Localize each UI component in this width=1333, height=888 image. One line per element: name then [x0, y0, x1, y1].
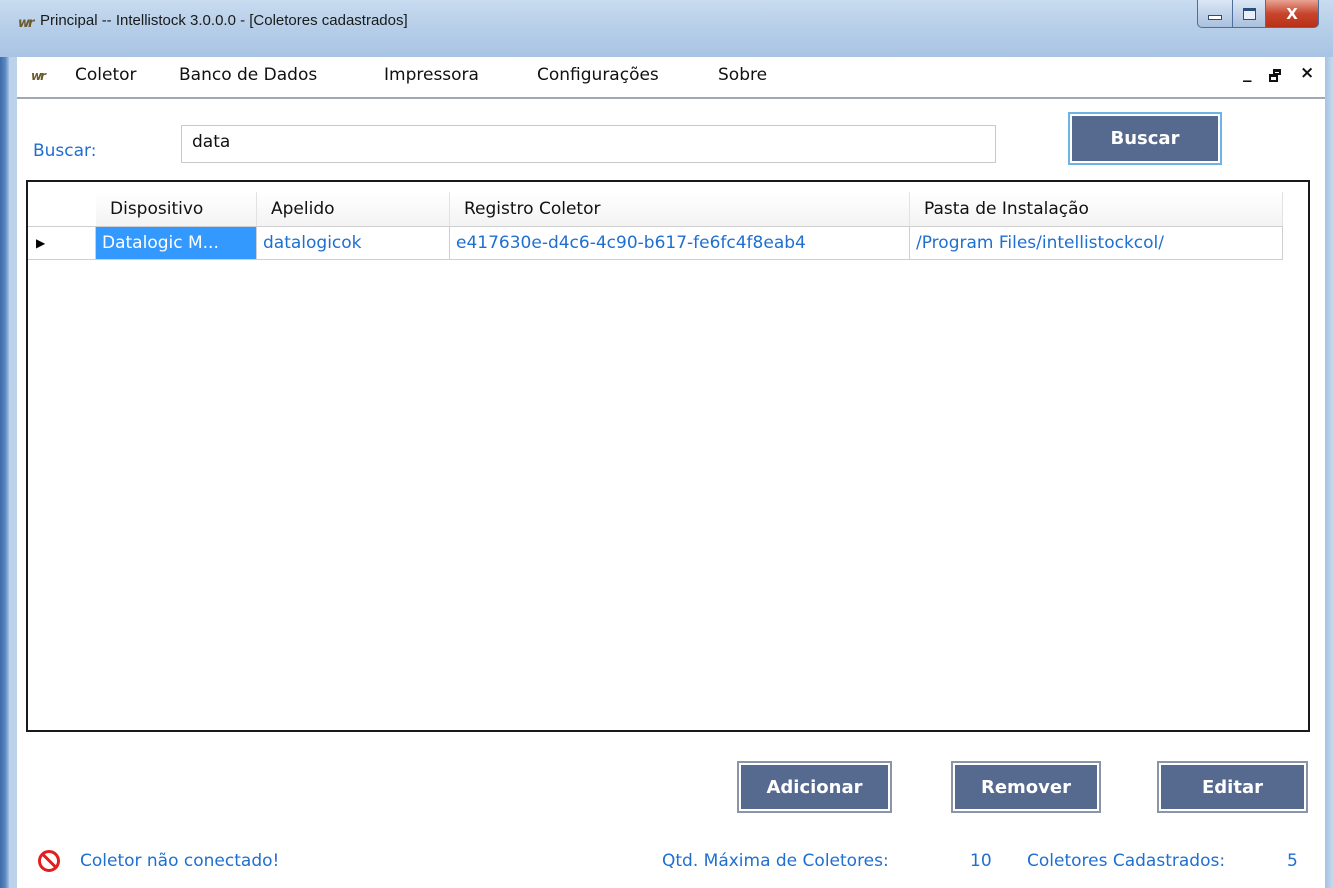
- menu-bar: wr Coletor Banco de Dados Impressora Con…: [17, 57, 1325, 99]
- mdi-child-logo-icon[interactable]: wr: [31, 69, 46, 83]
- mdi-restore-icon: [1269, 69, 1282, 82]
- app-logo-icon: wr: [18, 16, 34, 31]
- minimize-window-button[interactable]: [1197, 0, 1233, 28]
- column-header-dispositivo[interactable]: Dispositivo: [96, 192, 257, 226]
- no-entry-icon: [38, 850, 60, 872]
- cell-registro-coletor[interactable]: e417630e-d4c6-4c90-b617-fe6fc4f8eab4: [450, 226, 910, 260]
- menu-sobre[interactable]: Sobre: [718, 65, 767, 85]
- window-title: Principal -- Intellistock 3.0.0.0 - [Col…: [40, 12, 408, 29]
- window-titlebar[interactable]: wr Principal -- Intellistock 3.0.0.0 - […: [0, 0, 1333, 58]
- row-selector[interactable]: ▶: [28, 226, 96, 260]
- window-frame-right: [1325, 57, 1333, 888]
- search-input[interactable]: [181, 125, 996, 163]
- max-coletores-value: 10: [970, 851, 992, 871]
- mdi-minimize-button[interactable]: _: [1243, 63, 1252, 83]
- max-coletores-label: Qtd. Máxima de Coletores:: [662, 851, 889, 871]
- menu-coletor[interactable]: Coletor: [75, 65, 137, 85]
- minimize-icon: [1208, 15, 1222, 20]
- search-label: Buscar:: [33, 141, 97, 161]
- mdi-minimize-icon: _: [1243, 63, 1252, 83]
- column-header-apelido[interactable]: Apelido: [257, 192, 450, 226]
- close-window-button[interactable]: X: [1266, 0, 1319, 28]
- column-header-registro-coletor[interactable]: Registro Coletor: [450, 192, 910, 226]
- window-frame-left: [0, 57, 9, 888]
- registered-coletores-value: 5: [1287, 851, 1298, 871]
- window-controls: X: [1197, 0, 1319, 28]
- menu-impressora[interactable]: Impressora: [384, 65, 479, 85]
- cell-pasta-instalacao[interactable]: /Program Files/intellistockcol/: [910, 226, 1283, 260]
- mdi-close-icon: ×: [1300, 63, 1315, 83]
- column-header-pasta-instalacao[interactable]: Pasta de Instalação: [910, 192, 1283, 226]
- remove-button[interactable]: Remover: [951, 761, 1101, 813]
- menu-configuracoes[interactable]: Configurações: [537, 65, 659, 85]
- window-frame-left-inner: [9, 57, 17, 888]
- add-button[interactable]: Adicionar: [737, 761, 892, 813]
- cell-apelido[interactable]: datalogicok: [257, 226, 450, 260]
- current-row-arrow-icon: ▶: [36, 236, 46, 250]
- registered-coletores-label: Coletores Cadastrados:: [1027, 851, 1226, 871]
- cell-dispositivo[interactable]: Datalogic M...: [96, 226, 257, 260]
- close-icon: X: [1286, 4, 1298, 23]
- maximize-window-button[interactable]: [1233, 0, 1266, 28]
- connection-status: Coletor não conectado!: [80, 851, 280, 871]
- mdi-restore-button[interactable]: [1269, 67, 1282, 87]
- mdi-close-button[interactable]: ×: [1300, 63, 1314, 83]
- grid-corner-header: [28, 192, 96, 226]
- maximize-icon: [1242, 7, 1256, 20]
- edit-button[interactable]: Editar: [1157, 761, 1308, 813]
- search-button[interactable]: Buscar: [1068, 112, 1222, 165]
- coletores-grid[interactable]: Dispositivo Apelido Registro Coletor Pas…: [26, 180, 1310, 732]
- menu-banco-de-dados[interactable]: Banco de Dados: [179, 65, 317, 85]
